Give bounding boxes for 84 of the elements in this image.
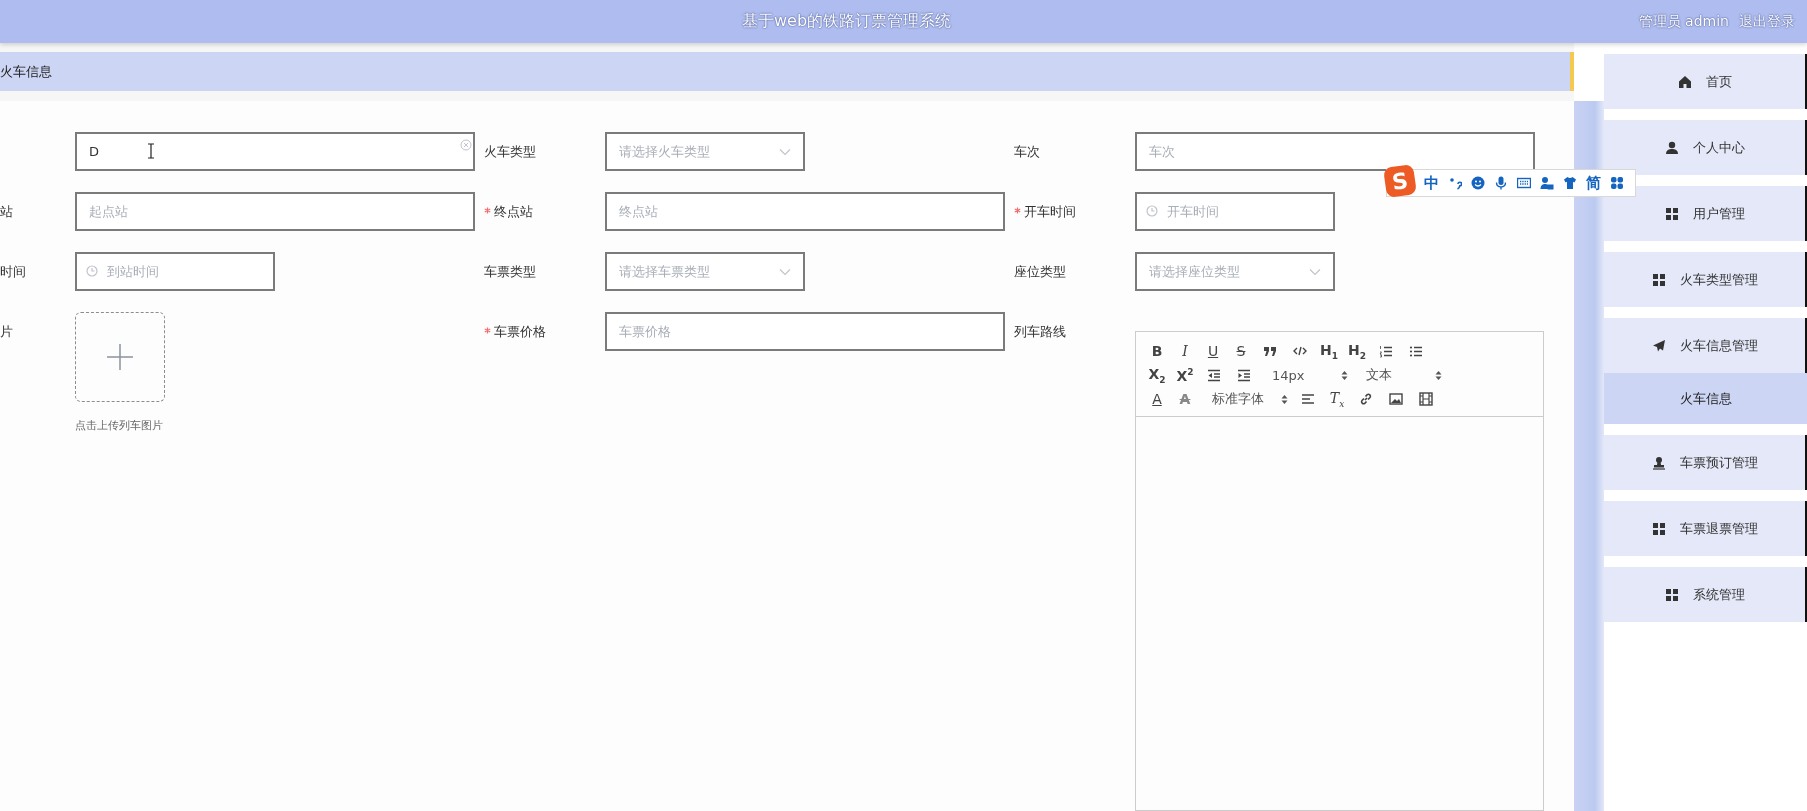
upload-hint: 点击上传列车图片 bbox=[75, 418, 164, 433]
sidebar-menu-item[interactable]: 车票退票管理 bbox=[1604, 501, 1807, 556]
shirt-icon[interactable] bbox=[1563, 176, 1577, 190]
field-label: 时间 bbox=[0, 262, 26, 281]
up-down-caret-icon bbox=[1281, 393, 1288, 405]
chevron-down-icon bbox=[779, 268, 791, 276]
paper-plane-icon bbox=[1651, 338, 1666, 353]
toolbar-button[interactable]: A bbox=[1144, 388, 1170, 410]
sidebar-menu-item[interactable]: 系统管理 bbox=[1604, 567, 1807, 622]
field-label: 车票价格 bbox=[484, 322, 546, 341]
code-icon[interactable] bbox=[1293, 345, 1307, 357]
field-label: 火车类型 bbox=[484, 142, 536, 161]
stamp-icon bbox=[1651, 455, 1666, 470]
sidebar-menu-item[interactable]: 个人中心 bbox=[1604, 120, 1807, 175]
field-label: 站 bbox=[0, 202, 13, 221]
field-label: 座位类型 bbox=[1014, 262, 1066, 281]
input-field[interactable]: 车次 bbox=[1135, 132, 1535, 171]
grid-icon bbox=[1651, 272, 1666, 287]
image-icon[interactable] bbox=[1389, 393, 1403, 405]
grid-icon[interactable] bbox=[1610, 176, 1624, 190]
breadcrumb-item[interactable]: 火车信息 bbox=[0, 62, 52, 81]
toolbar-dropdown[interactable]: 标准字体 bbox=[1200, 388, 1292, 410]
input-field[interactable]: 起点站 bbox=[75, 192, 475, 231]
input-mode-button[interactable]: 简 bbox=[1586, 173, 1601, 193]
user-icon[interactable] bbox=[1540, 176, 1554, 190]
select-field[interactable]: 请选择车票类型 bbox=[605, 252, 805, 291]
toolbar-button[interactable]: T$_{x}$ bbox=[1324, 388, 1350, 410]
outdent-icon[interactable] bbox=[1207, 368, 1221, 382]
clock-icon bbox=[1146, 205, 1158, 217]
link-icon[interactable] bbox=[1359, 392, 1373, 406]
select-field[interactable]: 请选择火车类型 bbox=[605, 132, 805, 171]
date-field[interactable]: 开车时间 bbox=[1135, 192, 1335, 231]
sidebar-menu-item[interactable]: 火车信息管理 bbox=[1604, 318, 1807, 373]
toolbar-button[interactable]: S bbox=[1228, 340, 1254, 362]
toolbar-button[interactable]: X$_{2}$ bbox=[1144, 364, 1170, 386]
grid-icon bbox=[1664, 587, 1679, 602]
field-label: 列车路线 bbox=[1014, 322, 1066, 341]
toolbar-button[interactable]: H$_{1}$ bbox=[1316, 340, 1342, 362]
align-left-icon[interactable] bbox=[1301, 393, 1315, 405]
numbered-list-icon[interactable] bbox=[1379, 344, 1393, 358]
indent-icon[interactable] bbox=[1237, 368, 1251, 382]
sidebar-menu-item[interactable]: 火车类型管理 bbox=[1604, 252, 1807, 307]
field-label: 车次 bbox=[1014, 142, 1040, 161]
punctuation-icon[interactable] bbox=[1448, 176, 1462, 190]
field-label: 开车时间 bbox=[1014, 202, 1076, 221]
toolbar-button[interactable]: U bbox=[1200, 340, 1226, 362]
sidebar-menu-item[interactable]: 用户管理 bbox=[1604, 186, 1807, 241]
microphone-icon[interactable] bbox=[1494, 176, 1508, 190]
toolbar-button[interactable]: X$^{2}$ bbox=[1172, 364, 1198, 386]
chevron-down-icon bbox=[1309, 268, 1321, 276]
up-down-caret-icon bbox=[1435, 369, 1442, 381]
grid-icon bbox=[1651, 521, 1666, 536]
quote-icon[interactable] bbox=[1263, 345, 1277, 357]
toolbar-button[interactable]: B bbox=[1144, 340, 1170, 362]
up-down-caret-icon bbox=[1341, 369, 1348, 381]
text-cursor-icon bbox=[147, 143, 155, 159]
user-label: 管理员 admin bbox=[1638, 12, 1729, 31]
field-label: 片 bbox=[0, 322, 13, 341]
toolbar-button[interactable]: H$_{2}$ bbox=[1344, 340, 1370, 362]
toolbar-dropdown[interactable]: 14px bbox=[1260, 364, 1352, 386]
select-field[interactable]: 请选择座位类型 bbox=[1135, 252, 1335, 291]
smiley-icon[interactable] bbox=[1471, 176, 1485, 190]
bullet-list-icon[interactable] bbox=[1409, 344, 1423, 358]
toolbar-button[interactable]: I bbox=[1172, 340, 1198, 362]
film-icon[interactable] bbox=[1419, 392, 1433, 406]
input-field[interactable]: 车票价格 bbox=[605, 312, 1005, 351]
app-title: 基于web的铁路订票管理系统 bbox=[742, 11, 952, 32]
user-icon bbox=[1664, 140, 1679, 155]
grid-icon bbox=[1664, 206, 1679, 221]
home-icon bbox=[1677, 74, 1692, 89]
plus-icon bbox=[106, 343, 134, 371]
toolbar-dropdown[interactable]: 文本 bbox=[1354, 364, 1446, 386]
sidebar-menu-item[interactable]: 首页 bbox=[1604, 54, 1807, 109]
keyboard-icon[interactable] bbox=[1517, 176, 1531, 190]
input-mode-button[interactable]: 中 bbox=[1424, 173, 1439, 193]
date-field[interactable]: 到站时间 bbox=[75, 252, 275, 291]
sidebar-menu-item[interactable]: 车票预订管理 bbox=[1604, 435, 1807, 490]
input-field[interactable]: D bbox=[75, 132, 475, 171]
clock-icon bbox=[86, 265, 98, 277]
chevron-down-icon bbox=[779, 148, 791, 156]
input-field[interactable]: 终点站 bbox=[605, 192, 1005, 231]
field-label: 车票类型 bbox=[484, 262, 536, 281]
sidebar-submenu-item[interactable]: 火车信息 bbox=[1604, 373, 1807, 424]
field-label: 终点站 bbox=[484, 202, 533, 221]
